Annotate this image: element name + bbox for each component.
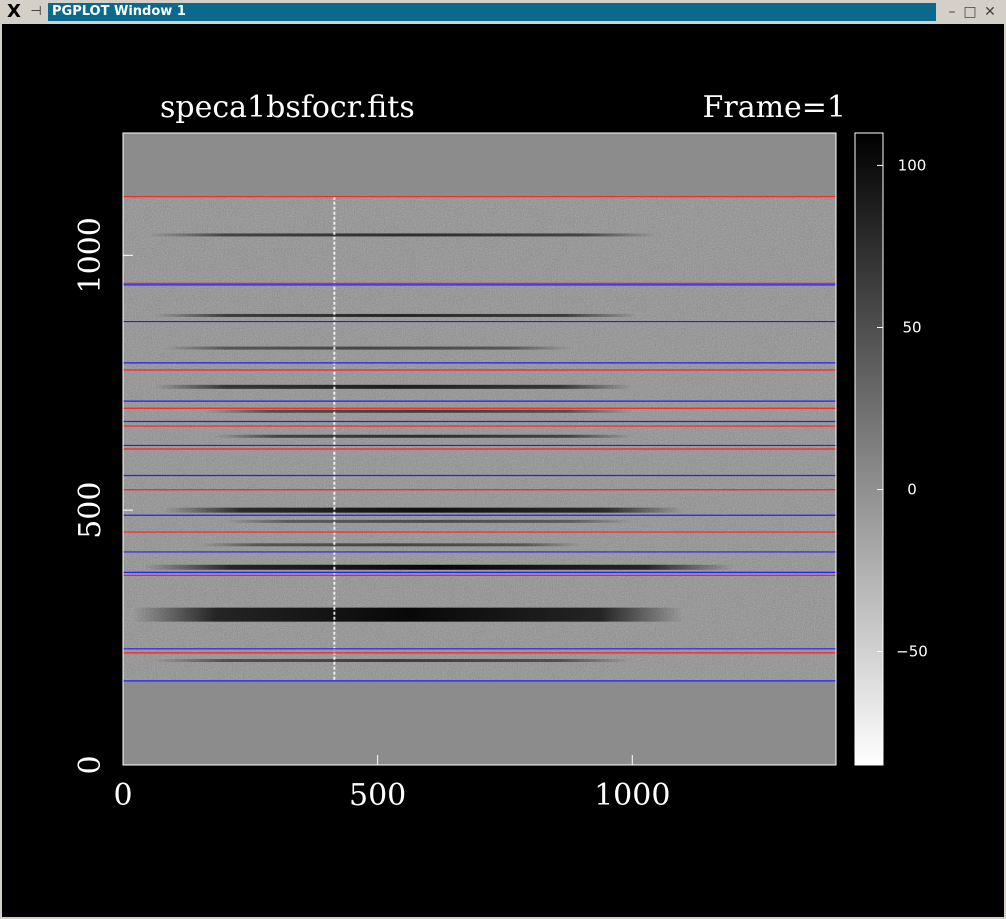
colorbar-ticks: 100 50 0 −50	[877, 156, 928, 661]
plot-title-right: Frame=1	[703, 90, 846, 125]
image-content	[123, 196, 836, 682]
colorbar	[854, 132, 884, 766]
x-tick-label: 500	[349, 778, 406, 813]
spectrum-trace	[133, 607, 684, 622]
spectrum-trace	[214, 434, 633, 438]
spectrum-trace	[199, 543, 582, 547]
close-icon[interactable]: ✕	[980, 2, 1000, 22]
spectrum-trace	[224, 519, 633, 523]
y-tick-label: 0	[73, 755, 108, 774]
title-bar[interactable]: X ⊣ PGPLOT Window 1 – □ ✕	[0, 0, 1006, 24]
y-tick-label: 1000	[73, 217, 108, 293]
spectrum-trace	[153, 384, 633, 389]
spectrum-trace	[163, 507, 684, 513]
spectrum-trace	[163, 346, 572, 350]
pin-icon[interactable]: ⊣	[26, 2, 46, 22]
maximize-icon[interactable]: □	[960, 2, 980, 22]
x-tick-label: 0	[113, 778, 132, 813]
y-tick-label: 500	[73, 482, 108, 539]
spectrum-trace	[143, 564, 735, 570]
x-logo-icon[interactable]: X	[4, 2, 24, 22]
colorbar-tick-label: −50	[896, 643, 928, 661]
spectrum-trace	[153, 659, 633, 663]
x-tick-label: 1000	[594, 778, 670, 813]
colorbar-tick-label: 0	[907, 481, 917, 499]
plot-title-left: speca1bsfocr.fits	[160, 90, 415, 125]
colorbar-tick-label: 50	[902, 318, 921, 336]
spectrum-trace	[204, 409, 633, 413]
plot-canvas: speca1bsfocr.fits Frame=1 0 500 1000 05001…	[73, 90, 928, 813]
window-title: PGPLOT Window 1	[48, 3, 936, 21]
colorbar-tick-label: 100	[898, 156, 927, 174]
spectrum-trace	[153, 313, 638, 317]
spectrum-trace	[148, 233, 658, 237]
minimize-icon[interactable]: –	[942, 2, 962, 22]
